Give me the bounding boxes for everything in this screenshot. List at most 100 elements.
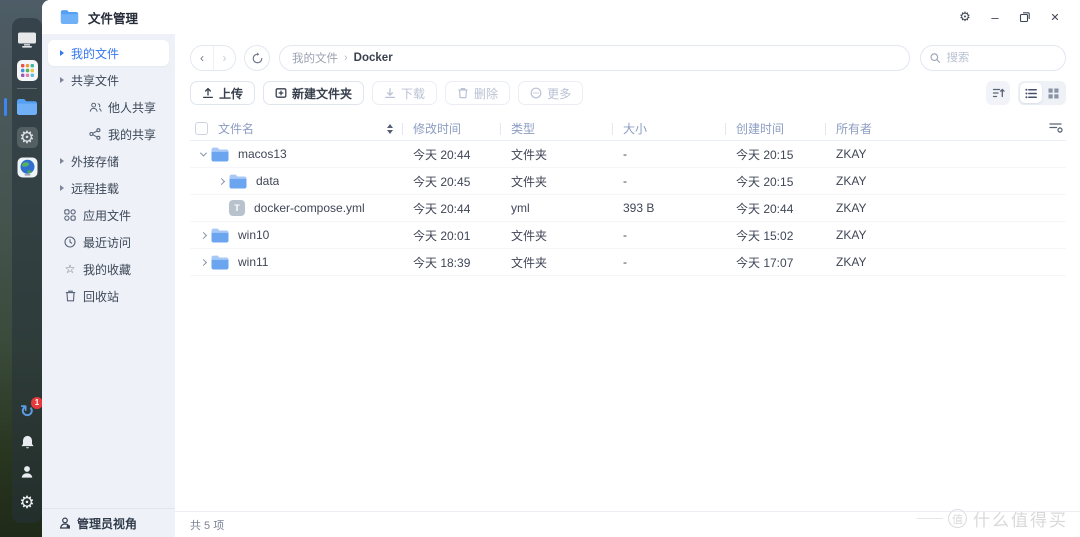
app-grid-icon[interactable] <box>16 59 38 81</box>
file-manager-window: 文件管理 ⚙ – ✕ 我的文件 共享文件 他人共享 我的共享 外接存储 远程挂载… <box>42 0 1080 537</box>
sidebar-item-others-shared[interactable]: 他人共享 <box>48 94 169 120</box>
table-row[interactable]: win11 今天 18:39 文件夹 - 今天 17:07 ZKAY <box>190 249 1066 276</box>
sidebar-item-favorites[interactable]: ☆ 我的收藏 <box>48 256 169 282</box>
file-name: docker-compose.yml <box>254 201 365 215</box>
back-button[interactable]: ‹ <box>191 46 213 70</box>
cell-name: win11 <box>190 255 402 270</box>
toolbar: 上传 新建文件夹 下载 删除 更多 <box>190 81 1066 105</box>
sort-button[interactable] <box>986 81 1010 105</box>
sidebar-item-remote-mount[interactable]: 远程挂载 <box>48 175 169 201</box>
cell-name: data <box>190 174 402 189</box>
more-button[interactable]: 更多 <box>518 81 584 105</box>
header-created[interactable]: 创建时间 <box>725 117 825 140</box>
sync-icon[interactable]: ↻ 1 <box>16 397 43 423</box>
sidebar-item-label: 他人共享 <box>108 100 157 115</box>
select-all-checkbox[interactable] <box>195 122 208 135</box>
search-input[interactable] <box>946 52 1056 64</box>
system-gear-icon[interactable]: ⚙ <box>16 126 38 148</box>
forward-button[interactable]: › <box>213 46 235 70</box>
button-label: 删除 <box>474 86 499 101</box>
search-box[interactable] <box>920 45 1066 71</box>
table-row[interactable]: win10 今天 20:01 文件夹 - 今天 15:02 ZKAY <box>190 222 1066 249</box>
trash-icon <box>458 88 468 99</box>
admin-person-icon <box>58 516 72 530</box>
grid-view-button[interactable] <box>1042 83 1064 103</box>
cell-owner: ZKAY <box>836 255 867 269</box>
header-size[interactable]: 大小 <box>612 117 725 140</box>
header-name[interactable]: 文件名 <box>190 117 402 140</box>
expand-chevron-icon[interactable] <box>213 177 229 185</box>
new-folder-button[interactable]: 新建文件夹 <box>263 81 365 105</box>
sidebar-item-app-files[interactable]: 应用文件 <box>48 202 169 228</box>
sidebar-item-recent[interactable]: 最近访问 <box>48 229 169 255</box>
sidebar-item-shared-files[interactable]: 共享文件 <box>48 67 169 93</box>
cell-modified: 今天 20:44 <box>413 201 471 216</box>
sidebar-item-external-storage[interactable]: 外接存储 <box>48 148 169 174</box>
settings-gear-icon[interactable]: ⚙ <box>16 491 38 513</box>
header-type[interactable]: 类型 <box>500 117 612 140</box>
sidebar-item-my-files[interactable]: 我的文件 <box>48 40 169 66</box>
window-settings-button[interactable]: ⚙ <box>950 4 980 30</box>
cell-created: 今天 20:15 <box>736 147 794 162</box>
breadcrumb-root[interactable]: 我的文件 <box>292 50 338 66</box>
file-name: win11 <box>238 255 269 269</box>
cell-type: 文件夹 <box>511 228 548 243</box>
sidebar-item-label: 共享文件 <box>71 73 120 88</box>
share-icon <box>88 127 102 141</box>
table-row[interactable]: data 今天 20:45 文件夹 - 今天 20:15 ZKAY <box>190 168 1066 195</box>
close-button[interactable]: ✕ <box>1040 4 1070 30</box>
download-icon <box>384 88 396 99</box>
trash-icon <box>63 289 77 303</box>
refresh-button[interactable] <box>244 45 270 71</box>
cell-type: 文件夹 <box>511 174 548 189</box>
header-modified[interactable]: 修改时间 <box>402 117 500 140</box>
new-folder-icon <box>275 88 287 98</box>
people-icon <box>88 100 102 114</box>
caret-icon <box>60 77 64 83</box>
breadcrumb-separator-icon: › <box>344 52 348 64</box>
cell-type: yml <box>511 201 530 215</box>
minimize-button[interactable]: – <box>980 4 1010 30</box>
cell-owner: ZKAY <box>836 201 867 215</box>
clock-icon <box>63 235 77 249</box>
header-owner[interactable]: 所有者 <box>825 117 1066 140</box>
download-button[interactable]: 下载 <box>372 81 438 105</box>
sort-arrows-icon[interactable] <box>387 123 393 134</box>
cell-modified: 今天 20:45 <box>413 174 471 189</box>
column-settings-icon[interactable] <box>1049 121 1064 137</box>
admin-view-switcher[interactable]: 管理员视角 <box>42 508 175 537</box>
file-name: data <box>256 174 280 188</box>
expand-chevron-icon[interactable] <box>195 149 211 157</box>
restore-button[interactable] <box>1010 4 1040 30</box>
expand-chevron-icon[interactable] <box>195 258 211 266</box>
file-name: win10 <box>238 228 270 242</box>
expand-chevron-icon[interactable] <box>195 231 211 239</box>
desktop-icon[interactable] <box>16 29 38 51</box>
caret-icon <box>60 158 64 164</box>
grid-view-icon <box>1048 88 1058 98</box>
sidebar-item-recycle-bin[interactable]: 回收站 <box>48 283 169 309</box>
list-view-button[interactable] <box>1020 83 1042 103</box>
upload-button[interactable]: 上传 <box>190 81 256 105</box>
content-area: ‹ › 我的文件 › Docker 搜索 上传 新建文件夹 下载 删除 更多 文… <box>175 34 1080 537</box>
table-header: 文件名 修改时间 类型 大小 创建时间 所有者 <box>190 117 1066 141</box>
cell-modified: 今天 18:39 <box>413 255 471 270</box>
table-row[interactable]: macos13 今天 20:44 文件夹 - 今天 20:15 ZKAY <box>190 141 1066 168</box>
user-icon[interactable] <box>16 461 38 483</box>
sidebar-item-my-shared[interactable]: 我的共享 <box>48 121 169 147</box>
file-icon: T <box>229 200 245 216</box>
button-label: 下载 <box>401 86 426 101</box>
sidebar-item-label: 我的共享 <box>108 127 157 142</box>
cell-size: 393 B <box>623 201 655 215</box>
file-manager-icon[interactable] <box>4 96 38 118</box>
table-row[interactable]: T docker-compose.yml 今天 20:44 yml 393 B … <box>190 195 1066 222</box>
cell-modified: 今天 20:44 <box>413 147 471 162</box>
globe-app-icon[interactable] <box>16 156 38 178</box>
breadcrumb[interactable]: 我的文件 › Docker <box>279 45 910 71</box>
cell-size: - <box>623 174 627 188</box>
notifications-bell-icon[interactable] <box>16 431 38 453</box>
path-bar: ‹ › 我的文件 › Docker <box>190 45 1066 71</box>
app-folder-icon <box>60 10 79 24</box>
sidebar-item-label: 回收站 <box>83 289 120 304</box>
delete-button[interactable]: 删除 <box>445 81 511 105</box>
